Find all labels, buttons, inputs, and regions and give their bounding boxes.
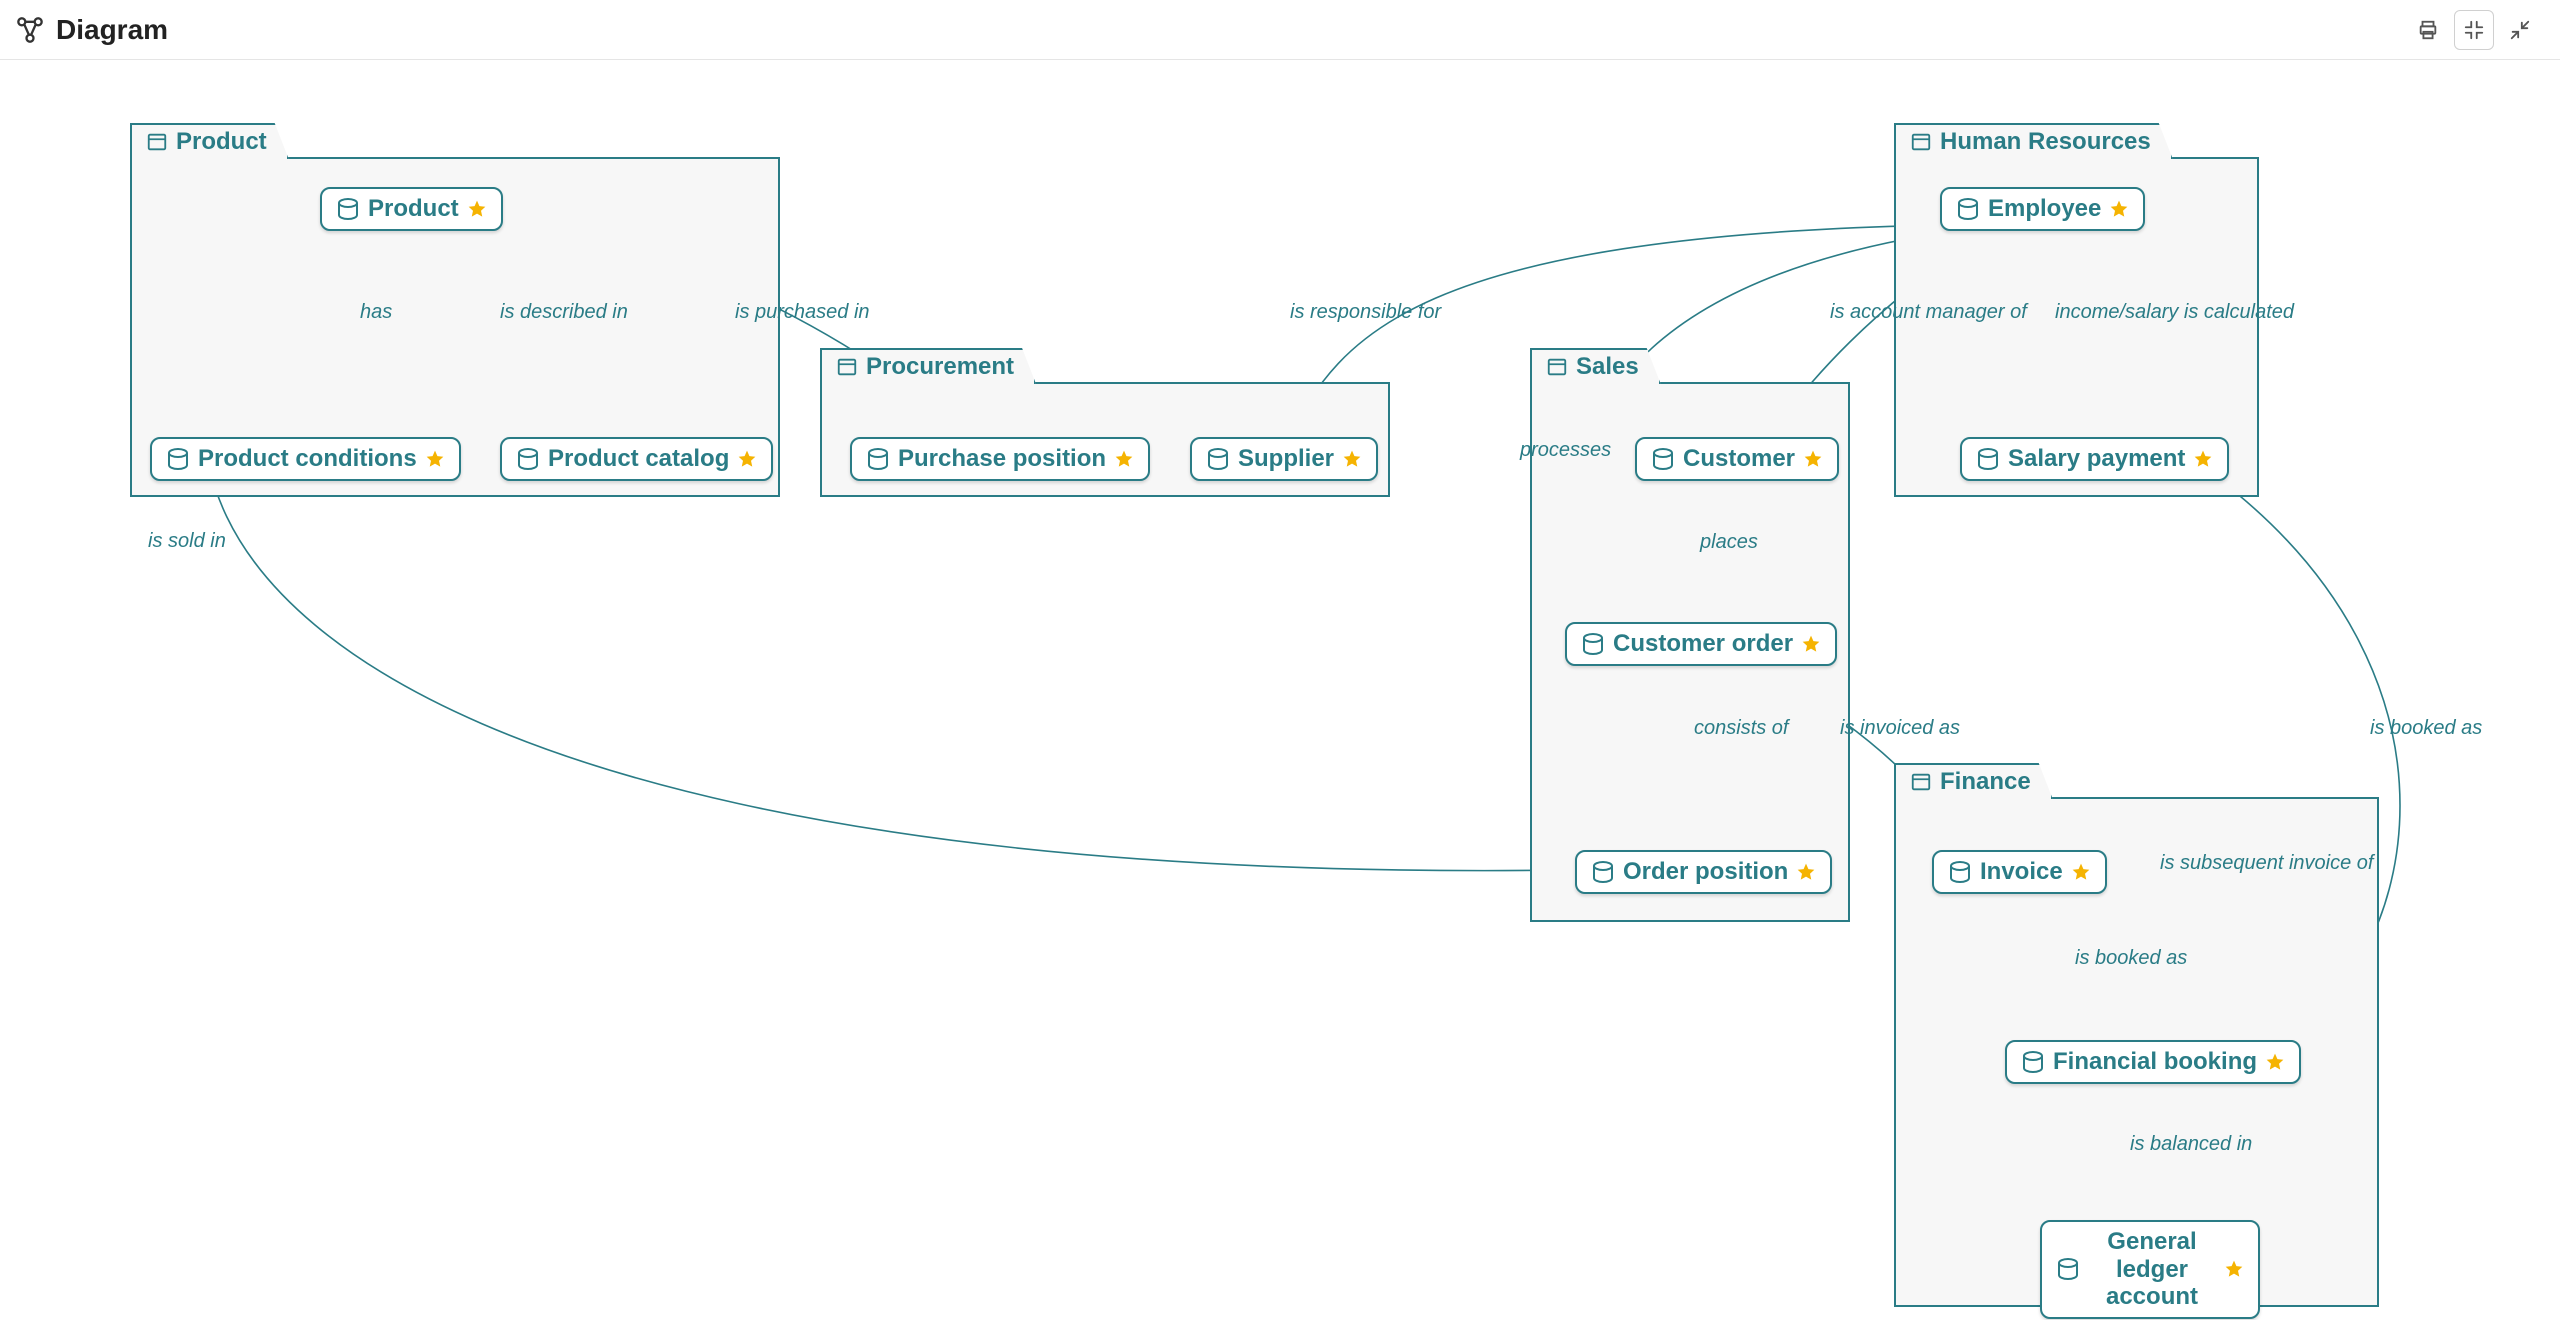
edge-label-has: has [360, 301, 392, 324]
edge-label-places: places [1700, 531, 1758, 554]
node-label: Customer [1683, 445, 1795, 473]
cylinder-icon [866, 448, 890, 470]
star-icon [2265, 1052, 2285, 1072]
edge-label-processes: processes [1520, 439, 1611, 462]
node-label: Salary payment [2008, 445, 2185, 473]
edge-label-sold: is sold in [148, 530, 226, 553]
package-tab-hr: Human Resources [1894, 123, 2173, 159]
edge-label-described: is described in [500, 301, 628, 324]
edge-label-consists: consists of [1694, 717, 1788, 740]
node-purchase-position[interactable]: Purchase position [850, 437, 1150, 481]
cylinder-icon [1948, 861, 1972, 883]
node-general-ledger[interactable]: General ledger account [2040, 1220, 2260, 1319]
cylinder-icon [1956, 198, 1980, 220]
package-label: Procurement [866, 353, 1014, 381]
window-icon [146, 131, 168, 153]
node-label: Product [368, 195, 459, 223]
star-icon [1803, 449, 1823, 469]
diagram-icon [16, 16, 44, 44]
node-customer[interactable]: Customer [1635, 437, 1839, 481]
node-label: Purchase position [898, 445, 1106, 473]
cylinder-icon [2056, 1258, 2080, 1280]
node-label: Financial booking [2053, 1048, 2257, 1076]
edge-label-invoiced: is invoiced as [1840, 717, 1960, 740]
node-financial-booking[interactable]: Financial booking [2005, 1040, 2301, 1084]
minimize-button[interactable] [2500, 10, 2540, 50]
cylinder-icon [1206, 448, 1230, 470]
node-product-catalog[interactable]: Product catalog [500, 437, 773, 481]
edge-label-responsible: is responsible for [1290, 301, 1441, 324]
window-icon [1546, 356, 1568, 378]
package-label: Human Resources [1940, 128, 2151, 156]
star-icon [2224, 1259, 2244, 1279]
fit-icon [2463, 19, 2485, 41]
fit-button[interactable] [2454, 10, 2494, 50]
minimize-icon [2509, 19, 2531, 41]
page-title: Diagram [56, 14, 168, 46]
package-label: Finance [1940, 768, 2031, 796]
cylinder-icon [516, 448, 540, 470]
edge-label-subsequent: is subsequent invoice of [2160, 852, 2373, 875]
node-salary-payment[interactable]: Salary payment [1960, 437, 2229, 481]
package-tab-finance: Finance [1894, 763, 2053, 799]
edge-label-account-mgr: is account manager of [1830, 301, 2027, 324]
cylinder-icon [336, 198, 360, 220]
star-icon [467, 199, 487, 219]
node-label: Employee [1988, 195, 2101, 223]
package-tab-procurement: Procurement [820, 348, 1036, 384]
cylinder-icon [2021, 1051, 2045, 1073]
print-button[interactable] [2408, 10, 2448, 50]
node-label: General ledger account [2088, 1228, 2216, 1311]
node-label: Supplier [1238, 445, 1334, 473]
star-icon [2071, 862, 2091, 882]
cylinder-icon [1581, 633, 1605, 655]
star-icon [1114, 449, 1134, 469]
window-icon [1910, 771, 1932, 793]
star-icon [2193, 449, 2213, 469]
package-tab-sales: Sales [1530, 348, 1661, 384]
star-icon [1342, 449, 1362, 469]
package-label: Sales [1576, 353, 1639, 381]
edge-label-income: income/salary is calculated [2055, 301, 2294, 324]
edge-label-booked-sal: is booked as [2370, 717, 2482, 740]
node-supplier[interactable]: Supplier [1190, 437, 1378, 481]
edge-label-booked-inv: is booked as [2075, 947, 2187, 970]
package-label: Product [176, 128, 267, 156]
diagram-canvas[interactable]: Product Procurement Sales Human Resource… [0, 60, 2560, 1320]
node-product-conditions[interactable]: Product conditions [150, 437, 461, 481]
node-customer-order[interactable]: Customer order [1565, 622, 1837, 666]
node-label: Order position [1623, 858, 1788, 886]
node-label: Product conditions [198, 445, 417, 473]
edge-label-balanced: is balanced in [2130, 1133, 2252, 1156]
window-icon [1910, 131, 1932, 153]
toolbar: Diagram [0, 0, 2560, 60]
cylinder-icon [166, 448, 190, 470]
node-product[interactable]: Product [320, 187, 503, 231]
node-employee[interactable]: Employee [1940, 187, 2145, 231]
node-invoice[interactable]: Invoice [1932, 850, 2107, 894]
cylinder-icon [1976, 448, 2000, 470]
star-icon [737, 449, 757, 469]
cylinder-icon [1651, 448, 1675, 470]
package-tab-product: Product [130, 123, 289, 159]
cylinder-icon [1591, 861, 1615, 883]
star-icon [425, 449, 445, 469]
window-icon [836, 356, 858, 378]
star-icon [2109, 199, 2129, 219]
star-icon [1801, 634, 1821, 654]
node-label: Product catalog [548, 445, 729, 473]
node-label: Customer order [1613, 630, 1793, 658]
edge-label-purchased: is purchased in [735, 301, 870, 324]
print-icon [2417, 19, 2439, 41]
node-label: Invoice [1980, 858, 2063, 886]
star-icon [1796, 862, 1816, 882]
node-order-position[interactable]: Order position [1575, 850, 1832, 894]
